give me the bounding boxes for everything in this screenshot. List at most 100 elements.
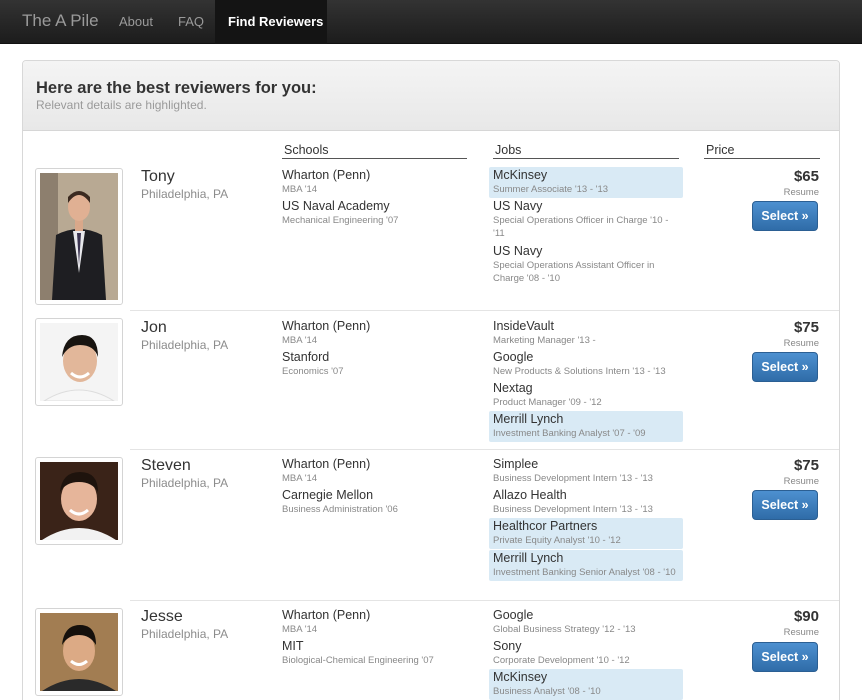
job-role: Business Development Intern '13 - '13 <box>493 504 653 515</box>
school-entry: Wharton (Penn) MBA '14 <box>278 607 472 638</box>
job-role: Corporate Development '10 - '12 <box>493 655 630 666</box>
school-degree: MBA '14 <box>282 473 318 484</box>
job-company: US Navy <box>493 244 543 258</box>
school-entry: Wharton (Penn) MBA '14 <box>278 456 472 487</box>
price-value: $90 <box>793 608 819 625</box>
reviewer-name[interactable]: Tony <box>141 168 175 186</box>
price-type: Resume <box>783 476 819 487</box>
job-company: Sony <box>493 639 522 653</box>
job-company: Allazo Health <box>493 488 567 502</box>
job-company: Healthcor Partners <box>493 519 598 533</box>
nav-about-link[interactable]: About <box>119 14 153 29</box>
job-role: Investment Banking Analyst '07 - '09 <box>493 428 646 439</box>
job-role: Product Manager '09 - '12 <box>493 397 602 408</box>
select-button[interactable]: Select » <box>752 201 818 231</box>
price-type: Resume <box>783 338 819 349</box>
job-company: US Navy <box>493 199 543 213</box>
job-entry: Google New Products & Solutions Intern '… <box>489 349 683 380</box>
job-entry: Google Global Business Strategy '12 - '1… <box>489 607 683 638</box>
school-name: Wharton (Penn) <box>282 168 371 182</box>
person-photo-icon <box>40 462 118 540</box>
school-degree: Mechanical Engineering '07 <box>282 215 399 226</box>
avatar <box>35 457 123 545</box>
column-header-price: Price <box>704 143 820 159</box>
select-button[interactable]: Select » <box>752 352 818 382</box>
job-company: Google <box>493 350 534 364</box>
select-button[interactable]: Select » <box>752 490 818 520</box>
job-role: Special Operations Officer in Charge '10… <box>493 215 669 239</box>
school-name: US Naval Academy <box>282 199 390 213</box>
reviewer-name[interactable]: Jesse <box>141 608 183 626</box>
person-photo-icon <box>40 173 118 300</box>
nav-faq-link[interactable]: FAQ <box>178 14 204 29</box>
row-divider <box>130 449 839 450</box>
job-role: Global Business Strategy '12 - '13 <box>493 624 636 635</box>
job-role: Investment Banking Senior Analyst '08 - … <box>493 567 676 578</box>
job-entry: US Navy Special Operations Assistant Off… <box>489 243 683 287</box>
top-navbar: The A Pile About FAQ Find Reviewers <box>0 0 862 44</box>
panel-subtitle: Relevant details are highlighted. <box>36 98 207 112</box>
school-entry: Wharton (Penn) MBA '14 <box>278 318 472 349</box>
job-company: Simplee <box>493 457 539 471</box>
school-entry: Wharton (Penn) MBA '14 <box>278 167 472 198</box>
job-entry: Allazo Health Business Development Inter… <box>489 487 683 518</box>
job-company: Nextag <box>493 381 533 395</box>
avatar <box>35 168 123 305</box>
job-entry-highlighted: McKinsey Summer Associate '13 - '13 <box>489 167 683 198</box>
column-header-jobs: Jobs <box>493 143 679 159</box>
job-entry: InsideVault Marketing Manager '13 - <box>489 318 683 349</box>
school-name: Wharton (Penn) <box>282 319 371 333</box>
reviewer-location: Philadelphia, PA <box>141 187 229 201</box>
panel-header: Here are the best reviewers for you: Rel… <box>23 61 839 131</box>
person-photo-icon <box>40 323 118 401</box>
price-value: $65 <box>793 168 819 185</box>
reviewer-name[interactable]: Jon <box>141 319 167 337</box>
school-degree: MBA '14 <box>282 335 318 346</box>
select-button[interactable]: Select » <box>752 642 818 672</box>
job-role: New Products & Solutions Intern '13 - '1… <box>493 366 666 377</box>
school-name: Wharton (Penn) <box>282 608 371 622</box>
job-role: Special Operations Assistant Officer in … <box>493 260 655 284</box>
school-name: MIT <box>282 639 304 653</box>
person-photo-icon <box>40 613 118 691</box>
job-entry-highlighted: McKinsey Business Analyst '08 - '10 <box>489 669 683 700</box>
job-role: Business Analyst '08 - '10 <box>493 686 601 697</box>
job-role: Private Equity Analyst '10 - '12 <box>493 535 621 546</box>
school-entry: MIT Biological-Chemical Engineering '07 <box>278 638 472 669</box>
job-entry-highlighted: Merrill Lynch Investment Banking Senior … <box>489 550 683 581</box>
avatar <box>35 608 123 696</box>
job-company: InsideVault <box>493 319 554 333</box>
school-degree: Business Administration '06 <box>282 504 398 515</box>
school-name: Stanford <box>282 350 330 364</box>
job-company: Merrill Lynch <box>493 551 564 565</box>
school-degree: MBA '14 <box>282 624 318 635</box>
job-company: McKinsey <box>493 670 548 684</box>
job-entry: Nextag Product Manager '09 - '12 <box>489 380 683 411</box>
school-name: Carnegie Mellon <box>282 488 374 502</box>
job-entry: Simplee Business Development Intern '13 … <box>489 456 683 487</box>
job-entry-highlighted: Merrill Lynch Investment Banking Analyst… <box>489 411 683 442</box>
job-entry: US Navy Special Operations Officer in Ch… <box>489 198 683 242</box>
reviewer-location: Philadelphia, PA <box>141 338 229 352</box>
job-role: Business Development Intern '13 - '13 <box>493 473 653 484</box>
job-role: Marketing Manager '13 - <box>493 335 596 346</box>
reviewer-location: Philadelphia, PA <box>141 476 229 490</box>
nav-find-reviewers-tab[interactable]: Find Reviewers <box>215 0 327 44</box>
job-entry-highlighted: Healthcor Partners Private Equity Analys… <box>489 518 683 549</box>
school-name: Wharton (Penn) <box>282 457 371 471</box>
brand-logo[interactable]: The A Pile <box>22 11 99 31</box>
row-divider <box>130 310 839 311</box>
avatar <box>35 318 123 406</box>
price-type: Resume <box>783 187 819 198</box>
price-value: $75 <box>793 457 819 474</box>
school-degree: MBA '14 <box>282 184 318 195</box>
row-divider <box>130 600 839 601</box>
school-entry: US Naval Academy Mechanical Engineering … <box>278 198 472 229</box>
panel-title: Here are the best reviewers for you: <box>36 79 317 97</box>
reviewer-name[interactable]: Steven <box>141 457 191 475</box>
job-company: McKinsey <box>493 168 548 182</box>
school-entry: Carnegie Mellon Business Administration … <box>278 487 472 518</box>
job-entry: Sony Corporate Development '10 - '12 <box>489 638 683 669</box>
school-degree: Economics '07 <box>282 366 344 377</box>
price-value: $75 <box>793 319 819 336</box>
